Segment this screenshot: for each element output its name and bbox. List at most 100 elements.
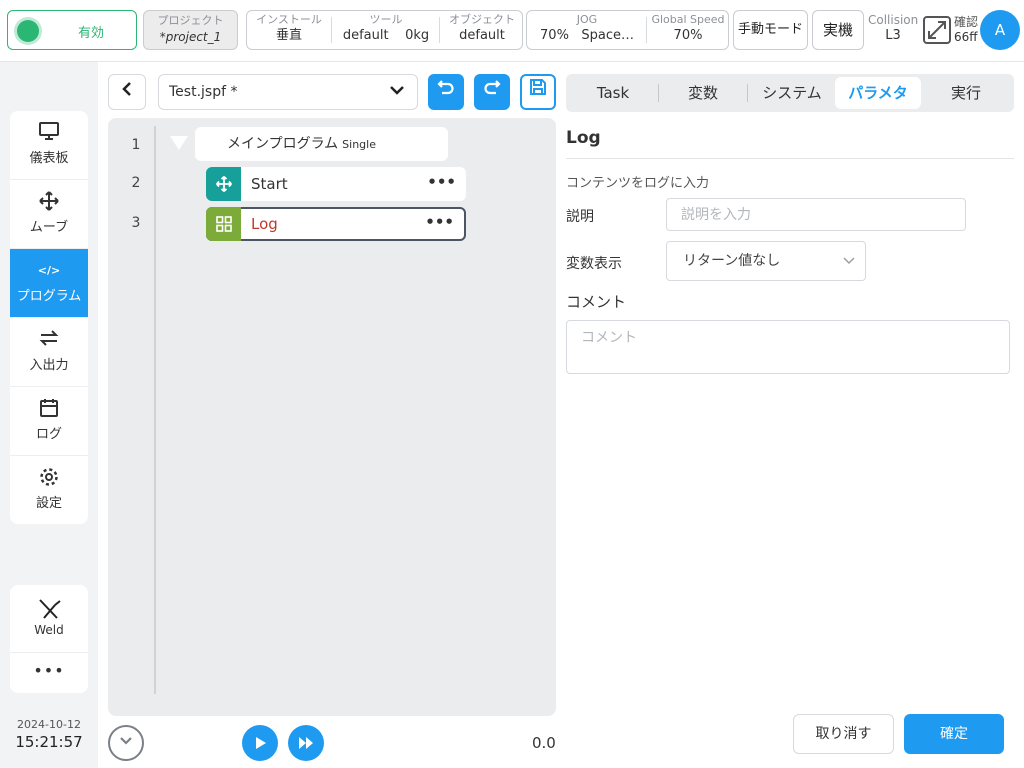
description-label: 説明 [566, 209, 594, 225]
install-label: インストール [256, 13, 322, 26]
description-input[interactable] [666, 198, 966, 231]
tab-parameters[interactable]: パラメタ [835, 77, 921, 109]
speed-value: 0.0 [532, 734, 556, 752]
log-node[interactable]: Log ••• [206, 207, 466, 241]
sidebar-item-move[interactable]: ムーブ [10, 180, 88, 249]
confirm-value: 66ff [954, 30, 978, 44]
variable-display-select[interactable]: リターン値なし [666, 241, 866, 281]
sidebar-item-log[interactable]: ログ [10, 387, 88, 456]
grid-icon [206, 207, 241, 241]
code-icon: </> [37, 264, 61, 277]
more-icon[interactable]: ••• [427, 167, 456, 197]
enable-toggle[interactable]: 有効 [7, 10, 137, 50]
undo-button[interactable] [428, 74, 464, 110]
enable-indicator-icon [17, 20, 39, 42]
tool-load: 0kg [405, 28, 430, 43]
comment-input[interactable] [566, 320, 1010, 374]
sidebar-item-dashboard[interactable]: 儀表板 [10, 111, 88, 180]
save-icon [530, 79, 546, 95]
variable-display-label: 変数表示 [566, 256, 622, 272]
file-name: Test.jspf * [169, 84, 238, 100]
clock-date: 2024-10-12 [17, 718, 81, 731]
tool-label: ツール [369, 13, 403, 26]
top-bar: 有効 プロジェクト *project_1 インストール 垂直 ツール defau… [0, 0, 1024, 62]
sidebar-item-settings[interactable]: 設定 [10, 456, 88, 524]
main-program-node[interactable]: メインプログラム Single [195, 127, 448, 161]
fast-forward-icon [299, 737, 313, 749]
project-value: *project_1 [159, 30, 222, 44]
panel-title: Log [566, 128, 601, 148]
collision-label: Collision [868, 13, 919, 27]
weld-label: Weld [34, 623, 64, 637]
sidebar-item-program[interactable]: </> プログラム [10, 249, 88, 318]
move-icon [10, 190, 88, 214]
collapse-triangle-icon[interactable] [170, 136, 188, 150]
line-number: 3 [131, 215, 141, 231]
manual-mode-button[interactable]: 手動モード [733, 10, 808, 50]
sidebar-item-label: 入出力 [29, 358, 69, 373]
project-label: プロジェクト [157, 14, 224, 27]
jog-label: JOG [576, 13, 598, 26]
weld-plugin-button[interactable]: Weld [10, 585, 88, 653]
cancel-button[interactable]: 取り消す [793, 714, 894, 754]
main-panel: Test.jspf * 1 2 3 メインプログラム Single Start •… [98, 62, 1024, 768]
tab-run[interactable]: 実行 [926, 77, 1006, 109]
global-speed-value: 70% [673, 28, 703, 43]
comment-label: コメント [566, 293, 627, 311]
confirm-button[interactable]: 確定 [904, 714, 1004, 754]
monitor-icon [10, 121, 88, 145]
swap-icon [10, 328, 88, 352]
step-button[interactable] [288, 725, 324, 761]
tool-value: default [342, 28, 389, 43]
start-node[interactable]: Start ••• [206, 167, 466, 201]
back-button[interactable] [108, 74, 146, 110]
sidebar-item-label: ムーブ [29, 220, 69, 235]
user-avatar[interactable]: A [980, 10, 1020, 50]
global-speed-label: Global Speed [651, 13, 725, 26]
collision-value: L3 [885, 28, 901, 43]
file-select[interactable]: Test.jspf * [158, 74, 418, 110]
program-tree: 1 2 3 メインプログラム Single Start ••• Log ••• [108, 118, 556, 716]
tab-variables[interactable]: 変数 [664, 77, 742, 109]
scroll-down-button[interactable] [108, 725, 144, 761]
tab-task[interactable]: Task [574, 77, 652, 109]
weld-torch-icon [10, 597, 88, 621]
enable-label: 有効 [78, 26, 105, 41]
node-label: Start [251, 175, 288, 193]
project-selector[interactable]: プロジェクト *project_1 [143, 10, 238, 50]
move-icon [206, 167, 241, 201]
install-tool-object-box[interactable]: インストール 垂直 ツール default 0kg オブジェクト default [246, 10, 523, 50]
line-number: 2 [131, 175, 141, 191]
chevron-down-icon [843, 242, 855, 280]
expand-icon[interactable] [923, 16, 951, 44]
redo-button[interactable] [474, 74, 510, 110]
play-button[interactable] [242, 725, 278, 761]
sidebar: 儀表板 ムーブ </> プログラム 入出力 ログ 設定 [10, 111, 88, 524]
more-plugins-button[interactable]: ••• [10, 653, 88, 693]
tab-system[interactable]: システム [749, 77, 835, 109]
chevron-down-icon [120, 737, 132, 745]
save-button[interactable] [520, 74, 556, 110]
speed-box[interactable]: JOG 70% Space… Global Speed 70% [526, 10, 729, 50]
gear-icon [10, 466, 88, 490]
line-number: 1 [131, 137, 141, 153]
clock: 2024-10-12 15:21:57 [10, 718, 88, 751]
install-value: 垂直 [275, 28, 302, 43]
confirm-label: 確認 [954, 15, 979, 29]
variable-display-value: リターン値なし [683, 253, 781, 269]
panel-description: コンテンツをログに入力 [566, 176, 710, 191]
jog-frame: Space… [581, 28, 634, 43]
sidebar-item-label: 設定 [35, 496, 62, 511]
more-icon[interactable]: ••• [425, 207, 454, 237]
sidebar-item-io[interactable]: 入出力 [10, 318, 88, 387]
sidebar-item-label: ログ [35, 427, 62, 442]
real-machine-button[interactable]: 実機 [812, 10, 864, 50]
undo-icon [437, 80, 454, 95]
collision-status[interactable]: Collision L3 [868, 13, 918, 45]
sidebar-item-label: プログラム [16, 289, 82, 304]
chevron-left-icon [122, 82, 131, 96]
chevron-down-icon [389, 75, 405, 109]
panel-tabs: Task 変数 システム パラメタ 実行 [566, 74, 1014, 112]
node-label: Log [251, 215, 278, 233]
main-program-label: メインプログラム [227, 136, 339, 152]
